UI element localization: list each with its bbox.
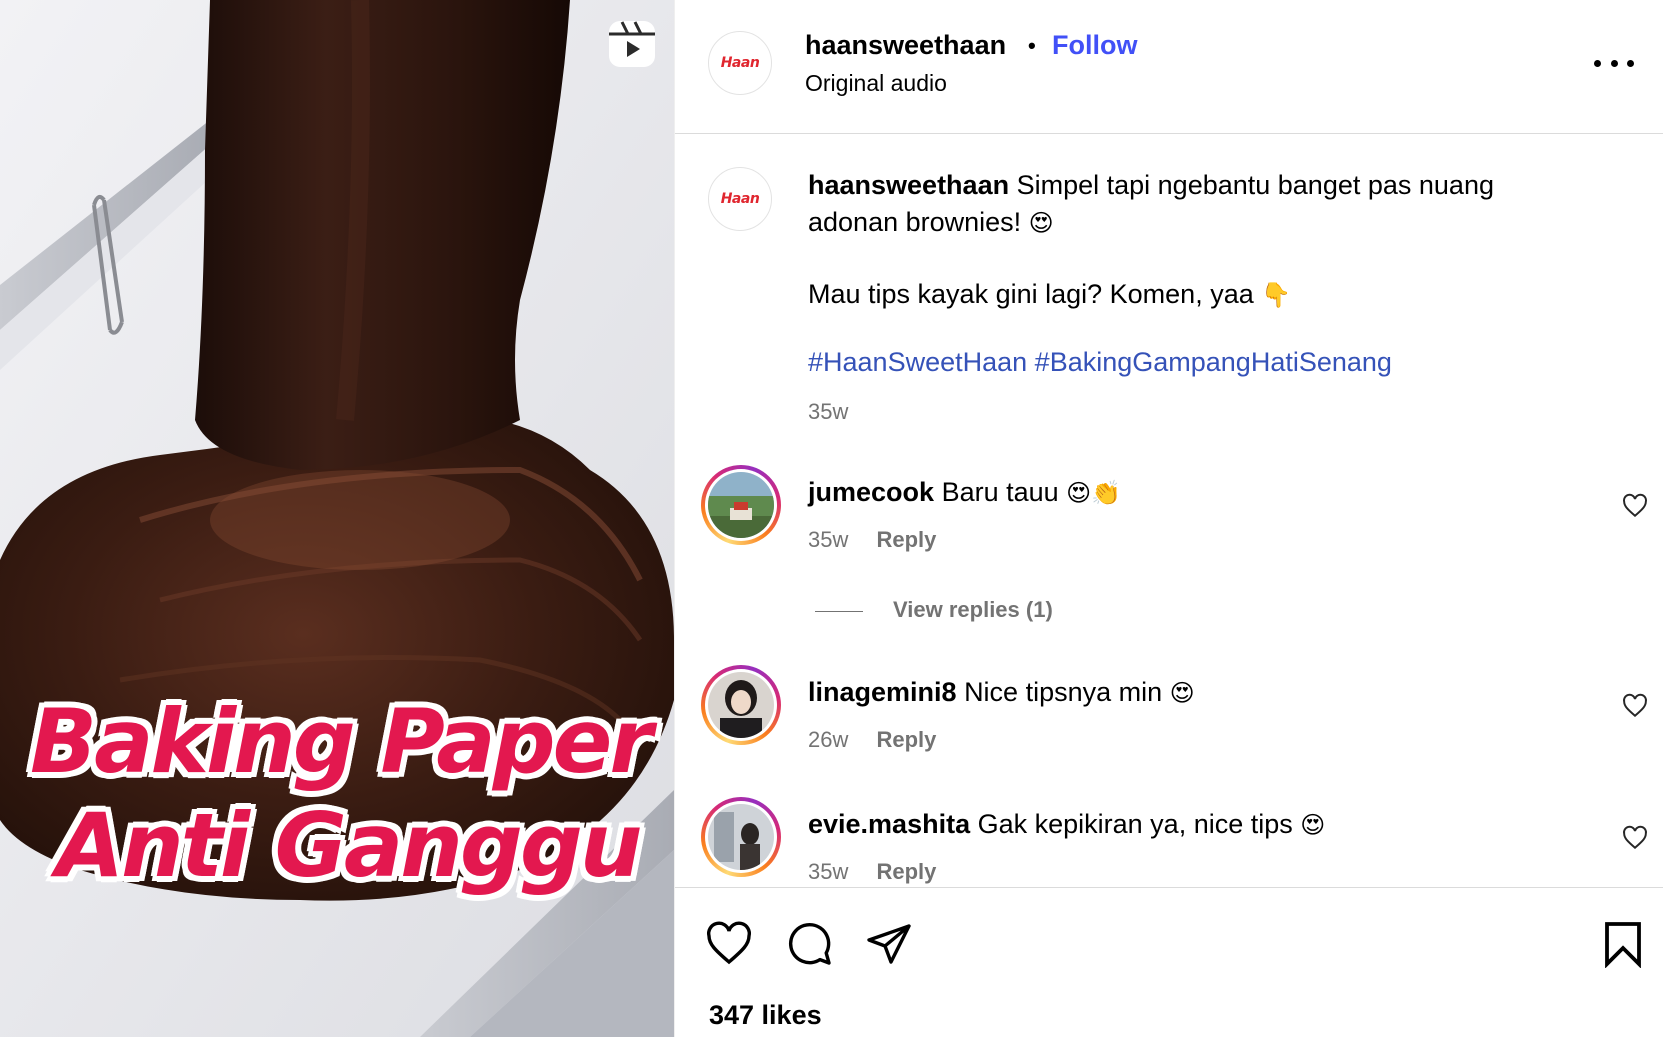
comment-body: Gak kepikiran ya, nice tips: [977, 809, 1293, 839]
bookmark-icon[interactable]: [1599, 920, 1647, 968]
commenter-avatar[interactable]: [701, 465, 781, 545]
caption-hashtags: #HaanSweetHaan #BakingGampangHatiSenang: [808, 347, 1392, 378]
follow-button[interactable]: Follow: [1052, 30, 1137, 61]
comment-username[interactable]: linagemini8: [808, 677, 957, 707]
comment-item: jumecook Baru tauu 😍👏 35w Reply: [675, 465, 1663, 575]
brand-logo: Haan: [720, 55, 760, 71]
avatar-photo: [708, 672, 774, 738]
separator-dot: •: [1028, 33, 1036, 58]
likes-count[interactable]: 347 likes: [709, 1000, 822, 1031]
comment-item: evie.mashita Gak kepikiran ya, nice tips…: [675, 797, 1663, 887]
point-down-emoji: 👇: [1261, 281, 1292, 309]
share-icon[interactable]: [865, 920, 913, 968]
comment-text: evie.mashita Gak kepikiran ya, nice tips…: [808, 809, 1325, 840]
comment-username[interactable]: evie.mashita: [808, 809, 970, 839]
reels-icon: [607, 19, 657, 69]
comment-time[interactable]: 26w: [808, 727, 848, 752]
comment-text: linagemini8 Nice tipsnya min 😍: [808, 677, 1195, 708]
audio-link[interactable]: Original audio: [805, 70, 947, 97]
caption-line-2: Mau tips kayak gini lagi? Komen, yaa: [808, 279, 1254, 309]
comment-meta: 26w Reply: [808, 727, 936, 753]
comment-meta: 35w Reply: [808, 859, 936, 885]
post-detail-panel: Haan haansweethaan • Follow Original aud…: [674, 0, 1663, 1037]
comment-like-heart-icon[interactable]: [1622, 693, 1648, 719]
replies-divider: [815, 610, 863, 612]
post-actions: 347 likes: [675, 887, 1663, 1037]
avatar-photo: [708, 472, 774, 538]
brand-logo: Haan: [720, 191, 760, 207]
comment-like-heart-icon[interactable]: [1622, 493, 1648, 519]
heart-eyes-emoji: 😍: [1028, 209, 1054, 237]
brownie-batter-scene: [0, 0, 674, 1037]
reply-button[interactable]: Reply: [876, 527, 936, 552]
reel-video[interactable]: Baking Paper Anti Ganggu: [0, 0, 674, 1037]
author-avatar[interactable]: Haan: [708, 31, 772, 95]
author-username[interactable]: haansweethaan: [805, 30, 1006, 61]
more-options-icon[interactable]: [1594, 48, 1634, 78]
comment-time[interactable]: 35w: [808, 859, 848, 884]
comment-time[interactable]: 35w: [808, 527, 848, 552]
comment-emoji: 😍: [1300, 811, 1326, 839]
avatar-photo: [708, 804, 774, 870]
post-header: Haan haansweethaan • Follow Original aud…: [675, 0, 1663, 134]
commenter-avatar[interactable]: [701, 797, 781, 877]
comment-item: linagemini8 Nice tipsnya min 😍 26w Reply: [675, 665, 1663, 775]
comment-icon[interactable]: [785, 920, 833, 968]
reply-button[interactable]: Reply: [876, 859, 936, 884]
comment-text: jumecook Baru tauu 😍👏: [808, 477, 1121, 508]
comment-emoji: 😍👏: [1066, 479, 1122, 507]
comment-username[interactable]: jumecook: [808, 477, 934, 507]
comment-meta: 35w Reply: [808, 527, 936, 553]
reply-button[interactable]: Reply: [876, 727, 936, 752]
caption-username[interactable]: haansweethaan: [808, 170, 1009, 200]
comment-like-heart-icon[interactable]: [1622, 825, 1648, 851]
comment-body: Baru tauu: [941, 477, 1059, 507]
caption-timestamp[interactable]: 35w: [808, 399, 848, 425]
caption-avatar[interactable]: Haan: [708, 167, 772, 231]
hashtag-link[interactable]: #HaanSweetHaan: [808, 347, 1027, 377]
view-replies-label: View replies (1): [893, 597, 1053, 622]
view-replies-button[interactable]: View replies (1): [815, 597, 1053, 623]
comment-emoji: 😍: [1169, 679, 1195, 707]
commenter-avatar[interactable]: [701, 665, 781, 745]
comment-body: Nice tipsnya min: [964, 677, 1163, 707]
comments-list[interactable]: Haan haansweethaan Simpel tapi ngebantu …: [675, 135, 1663, 887]
heart-icon[interactable]: [705, 920, 753, 968]
caption-text: haansweethaan Simpel tapi ngebantu bange…: [808, 167, 1568, 314]
hashtag-link[interactable]: #BakingGampangHatiSenang: [1035, 347, 1392, 377]
